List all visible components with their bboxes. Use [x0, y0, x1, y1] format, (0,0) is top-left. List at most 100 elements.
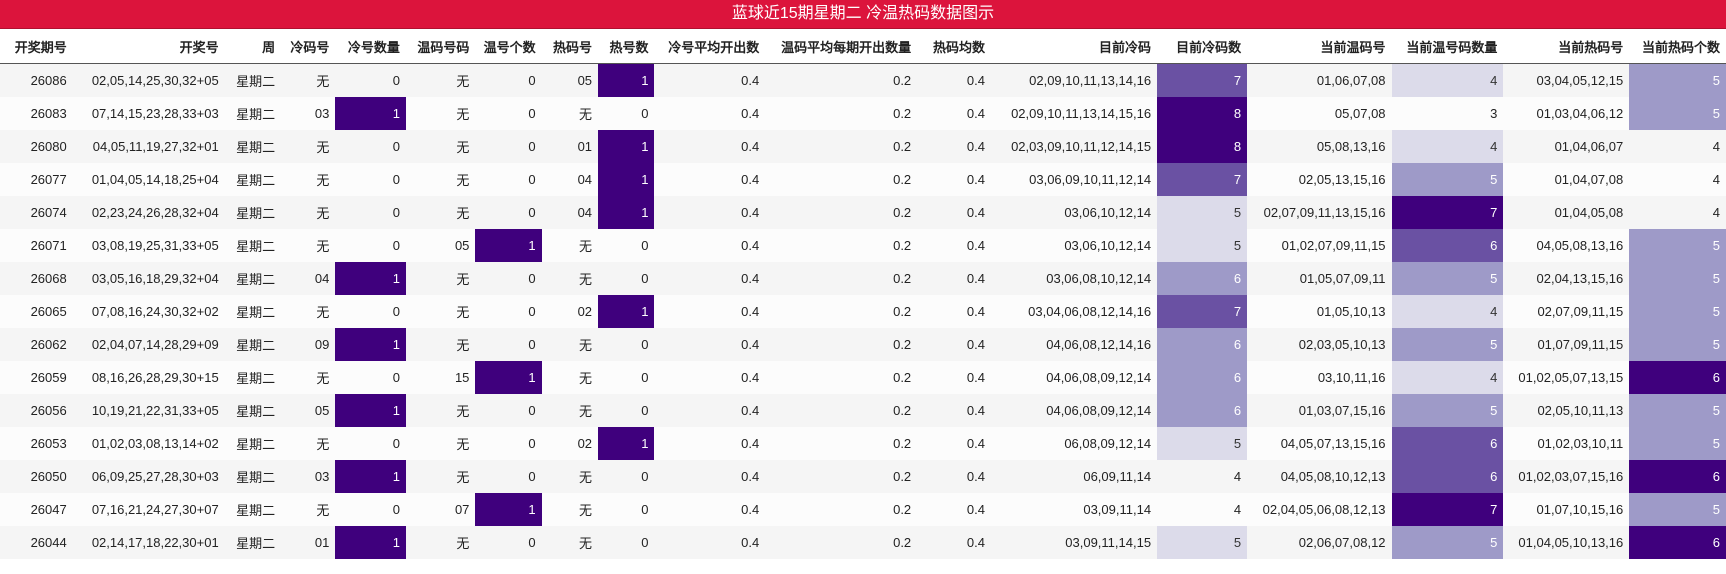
table-cell: 02 — [541, 295, 599, 328]
table-cell: 0.4 — [654, 63, 766, 97]
table-cell: 0.4 — [654, 328, 766, 361]
table-cell: 无 — [405, 328, 476, 361]
table-cell: 无 — [541, 328, 599, 361]
table-cell: 01,04,05,10,13,16 — [1503, 526, 1630, 559]
table-row: 26059 08,16,26,28,29,30+15 星期二无 0 15 1 无 0 0.4 0.… — [0, 361, 1726, 394]
table-cell: 0 — [475, 295, 542, 328]
table-cell: 06,08,09,12,14 — [990, 427, 1158, 460]
table-cell: 5 — [1629, 97, 1726, 130]
table-cell: 02,07,09,11,13,15,16 — [1247, 196, 1392, 229]
table-cell: 星期二 — [224, 229, 282, 262]
table-cell: 无 — [405, 130, 476, 163]
table-cell: 6 — [1391, 427, 1504, 460]
table-cell: 5 — [1629, 493, 1726, 526]
table-cell: 02 — [541, 427, 599, 460]
table-cell: 0.2 — [765, 460, 918, 493]
page: 蓝球近15期星期二 冷温热码数据图示 开奖期号 开奖号周冷码号 冷号数量 温码号码 温号… — [0, 0, 1726, 559]
table-cell: 26059 — [0, 361, 73, 394]
table-cell: 06,09,25,27,28,30+03 — [72, 460, 225, 493]
table-cell: 星期二 — [224, 97, 282, 130]
table-cell: 6 — [1629, 361, 1726, 394]
table-cell: 6 — [1391, 229, 1504, 262]
table-cell: 7 — [1391, 196, 1504, 229]
table-cell: 04,05,08,10,12,13 — [1247, 460, 1392, 493]
table-cell: 星期二 — [224, 295, 282, 328]
table-cell: 26068 — [0, 262, 73, 295]
table-cell: 0 — [335, 493, 406, 526]
table-cell: 星期二 — [224, 163, 282, 196]
table-cell: 无 — [405, 460, 476, 493]
column-header: 当前温号码数量 — [1391, 29, 1504, 64]
table-cell: 02,06,07,08,12 — [1247, 526, 1392, 559]
table-cell: 1 — [598, 196, 655, 229]
table-cell: 7 — [1157, 295, 1248, 328]
table-cell: 0.4 — [917, 394, 991, 427]
column-header: 开奖号 — [72, 29, 225, 64]
table-cell: 03,09,11,14,15 — [990, 526, 1158, 559]
table-cell: 0.4 — [654, 295, 766, 328]
table-cell: 无 — [281, 295, 336, 328]
table-cell: 0 — [475, 427, 542, 460]
table-row: 26086 02,05,14,25,30,32+05 星期二无 0 无 0 05 1 0.4 0.… — [0, 63, 1726, 97]
table-cell: 26080 — [0, 130, 73, 163]
table-cell: 6 — [1391, 460, 1504, 493]
table-cell: 无 — [405, 427, 476, 460]
table-cell: 6 — [1629, 460, 1726, 493]
table-cell: 4 — [1391, 130, 1504, 163]
table-cell: 01,06,07,08 — [1247, 63, 1392, 97]
table-cell: 26071 — [0, 229, 73, 262]
table-cell: 03,06,10,12,14 — [990, 196, 1158, 229]
table-cell: 4 — [1157, 460, 1248, 493]
table-cell: 星期二 — [224, 394, 282, 427]
table-cell: 无 — [405, 163, 476, 196]
table-cell: 15 — [405, 361, 476, 394]
table-cell: 5 — [1157, 229, 1248, 262]
table-cell: 无 — [541, 394, 599, 427]
table-cell: 5 — [1391, 394, 1504, 427]
table-cell: 1 — [475, 361, 542, 394]
table-cell: 0.2 — [765, 262, 918, 295]
table-cell: 3 — [1391, 97, 1504, 130]
table-cell: 7 — [1157, 163, 1248, 196]
table-cell: 01,02,03,10,11 — [1503, 427, 1630, 460]
table-cell: 无 — [405, 196, 476, 229]
table-cell: 5 — [1391, 328, 1504, 361]
table-cell: 0 — [475, 130, 542, 163]
table-cell: 0 — [475, 97, 542, 130]
column-header: 温码号码 — [405, 29, 476, 64]
table-cell: 无 — [541, 262, 599, 295]
table-cell: 02,03,05,10,13 — [1247, 328, 1392, 361]
table-cell: 0 — [335, 361, 406, 394]
table-cell: 星期二 — [224, 130, 282, 163]
table-cell: 无 — [541, 229, 599, 262]
table-cell: 0.4 — [654, 196, 766, 229]
table-cell: 01,02,05,07,13,15 — [1503, 361, 1630, 394]
table-cell: 0 — [598, 328, 655, 361]
table-cell: 0 — [335, 63, 406, 97]
table-cell: 0.4 — [654, 361, 766, 394]
table-cell: 0 — [475, 460, 542, 493]
table-cell: 26077 — [0, 163, 73, 196]
table-cell: 04,05,07,13,15,16 — [1247, 427, 1392, 460]
table-cell: 04 — [541, 196, 599, 229]
table-cell: 5 — [1157, 196, 1248, 229]
table-cell: 0 — [598, 394, 655, 427]
table-cell: 0 — [335, 130, 406, 163]
table-row: 26080 04,05,11,19,27,32+01 星期二无 0 无 0 01 1 0.4 0.… — [0, 130, 1726, 163]
table-cell: 0 — [475, 328, 542, 361]
table-cell: 03,10,11,16 — [1247, 361, 1392, 394]
table-cell: 0.4 — [917, 130, 991, 163]
column-header: 当前热码个数 — [1629, 29, 1726, 64]
table-cell: 无 — [541, 460, 599, 493]
table-cell: 0.4 — [917, 63, 991, 97]
column-header: 热码号 — [541, 29, 599, 64]
table-cell: 星期二 — [224, 526, 282, 559]
column-header: 冷号数量 — [335, 29, 406, 64]
table-cell: 星期二 — [224, 460, 282, 493]
table-cell: 5 — [1629, 295, 1726, 328]
table-cell: 0.4 — [917, 295, 991, 328]
table-cell: 4 — [1391, 361, 1504, 394]
table-cell: 无 — [541, 361, 599, 394]
table-cell: 5 — [1391, 526, 1504, 559]
table-cell: 03,08,19,25,31,33+05 — [72, 229, 225, 262]
